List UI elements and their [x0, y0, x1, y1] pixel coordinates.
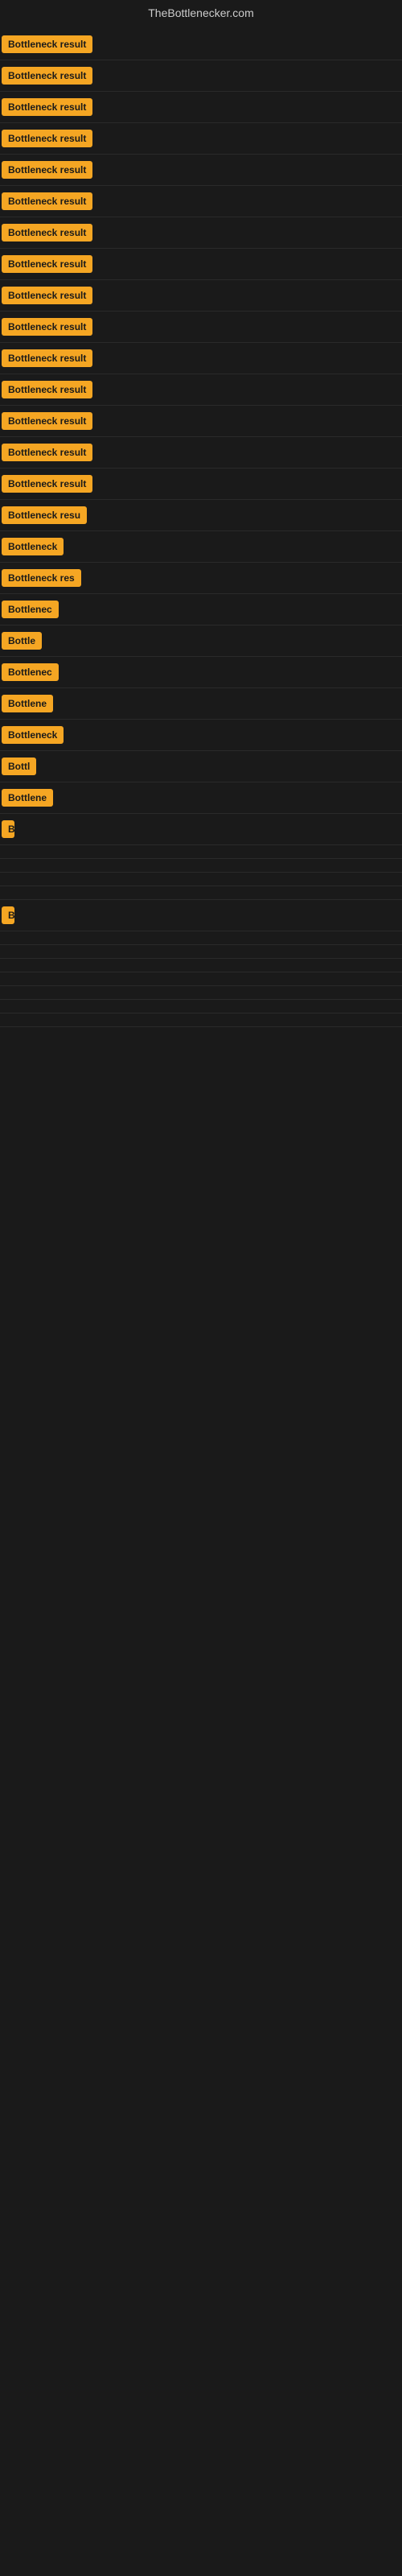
bottleneck-result-badge[interactable]: Bottleneck result [2, 318, 92, 336]
bottleneck-result-badge[interactable]: Bottleneck result [2, 35, 92, 53]
list-item: B [0, 814, 402, 845]
bottleneck-result-badge[interactable]: Bottleneck result [2, 255, 92, 273]
bottleneck-result-badge[interactable]: Bottleneck [2, 726, 64, 744]
bottleneck-result-badge[interactable]: Bottle [2, 632, 42, 650]
bottleneck-result-badge[interactable]: Bottleneck result [2, 381, 92, 398]
list-item: Bottlenec [0, 594, 402, 625]
list-item: Bottleneck result [0, 92, 402, 123]
list-item [0, 845, 402, 859]
list-item: Bottleneck result [0, 123, 402, 155]
bottleneck-result-badge[interactable]: Bottleneck result [2, 224, 92, 242]
bottleneck-result-badge[interactable]: Bottlenec [2, 663, 59, 681]
list-item [0, 931, 402, 945]
list-item: Bottleneck result [0, 374, 402, 406]
list-item: Bottlene [0, 782, 402, 814]
bottleneck-result-badge[interactable]: Bottleneck result [2, 67, 92, 85]
bottleneck-result-badge[interactable]: Bottleneck result [2, 161, 92, 179]
bottleneck-result-badge[interactable]: Bottleneck result [2, 412, 92, 430]
list-item [0, 859, 402, 873]
list-item: Bottleneck result [0, 217, 402, 249]
list-item: Bottleneck result [0, 437, 402, 469]
list-item [0, 986, 402, 1000]
list-item: Bottleneck result [0, 249, 402, 280]
list-item: Bottleneck result [0, 312, 402, 343]
list-item [0, 945, 402, 959]
list-item: Bottleneck [0, 720, 402, 751]
bottleneck-result-badge[interactable]: Bottleneck [2, 538, 64, 555]
list-item: Bottlene [0, 688, 402, 720]
list-item [0, 873, 402, 886]
site-header: TheBottlenecker.com [0, 0, 402, 29]
list-item [0, 959, 402, 972]
bottleneck-result-badge[interactable]: Bottleneck result [2, 130, 92, 147]
site-title: TheBottlenecker.com [148, 6, 254, 19]
bottleneck-result-badge[interactable]: Bottleneck resu [2, 506, 87, 524]
bottleneck-result-badge[interactable]: Bottlene [2, 789, 53, 807]
bottleneck-result-badge[interactable]: Bottleneck result [2, 192, 92, 210]
list-item [0, 1000, 402, 1013]
list-item: B [0, 900, 402, 931]
bottleneck-result-badge[interactable]: Bottleneck result [2, 475, 92, 493]
list-item: Bottleneck result [0, 60, 402, 92]
bottleneck-result-badge[interactable]: Bottleneck res [2, 569, 81, 587]
list-item: Bottleneck result [0, 29, 402, 60]
list-item: Bottleneck resu [0, 500, 402, 531]
bottleneck-result-badge[interactable]: Bottlenec [2, 601, 59, 618]
bottleneck-result-badge[interactable]: Bottl [2, 758, 36, 775]
list-item: Bottleneck result [0, 155, 402, 186]
bottleneck-result-badge[interactable]: Bottleneck result [2, 287, 92, 304]
list-item: Bottl [0, 751, 402, 782]
bottleneck-result-badge[interactable]: Bottleneck result [2, 444, 92, 461]
list-item: Bottleneck result [0, 186, 402, 217]
bottleneck-result-badge[interactable]: B [2, 906, 14, 924]
bottleneck-result-badge[interactable]: Bottleneck result [2, 349, 92, 367]
list-item: Bottleneck result [0, 280, 402, 312]
list-item [0, 972, 402, 986]
list-item [0, 886, 402, 900]
list-item: Bottleneck [0, 531, 402, 563]
list-item: Bottleneck result [0, 406, 402, 437]
list-item: Bottleneck res [0, 563, 402, 594]
list-item: Bottleneck result [0, 343, 402, 374]
bottleneck-result-badge[interactable]: Bottleneck result [2, 98, 92, 116]
list-item: Bottle [0, 625, 402, 657]
bottleneck-result-badge[interactable]: Bottlene [2, 695, 53, 712]
list-item [0, 1013, 402, 1027]
list-item: Bottlenec [0, 657, 402, 688]
bottleneck-result-badge[interactable]: B [2, 820, 14, 838]
list-item: Bottleneck result [0, 469, 402, 500]
